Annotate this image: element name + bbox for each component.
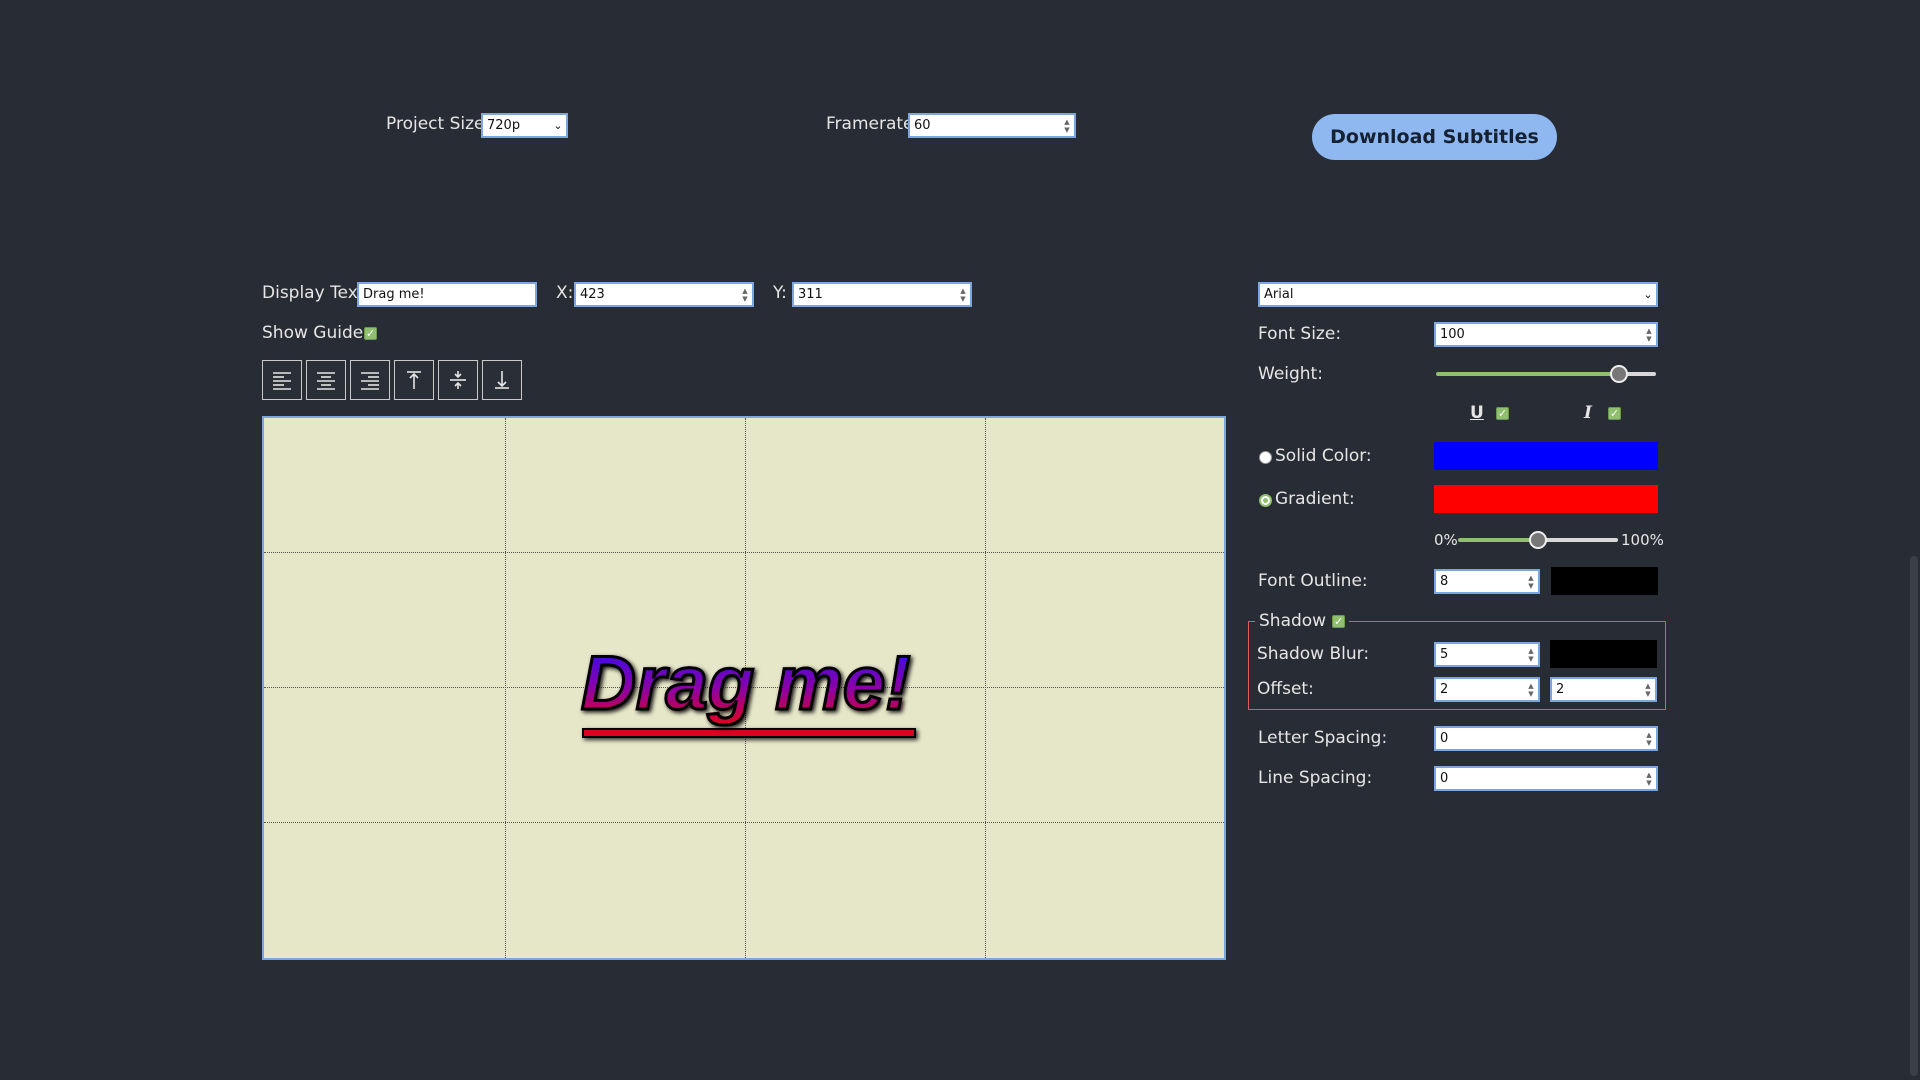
gradient-slider-fill: [1458, 538, 1538, 542]
offset-y-value: 2: [1556, 682, 1565, 697]
line-spacing-value: 0: [1440, 771, 1449, 786]
gradient-slider-thumb[interactable]: [1529, 531, 1547, 549]
letter-spacing-label: Letter Spacing:: [1258, 728, 1388, 748]
font-outline-value: 8: [1440, 574, 1449, 589]
font-family-select[interactable]: Arial ⌄: [1258, 282, 1658, 307]
page-scrollbar[interactable]: [1906, 0, 1920, 1080]
align-top-button[interactable]: [394, 360, 434, 400]
align-middle-button[interactable]: [438, 360, 478, 400]
weight-label: Weight:: [1258, 364, 1323, 384]
weight-slider-thumb[interactable]: [1610, 365, 1628, 383]
gradient-min-label: 0%: [1434, 531, 1458, 549]
stepper-icon[interactable]: ▲ ▼: [956, 284, 970, 305]
font-size-value: 100: [1440, 327, 1465, 342]
display-text-label: Display Text:: [262, 283, 371, 303]
guide-line: [985, 418, 986, 958]
weight-slider[interactable]: [1436, 364, 1656, 384]
shadow-label: Shadow: [1259, 611, 1327, 631]
stepper-icon[interactable]: ▲ ▼: [1642, 768, 1656, 789]
stepper-icon[interactable]: ▲ ▼: [1642, 728, 1656, 749]
project-size-value: 720p: [487, 118, 521, 133]
align-bottom-button[interactable]: [482, 360, 522, 400]
display-text-value: Drag me!: [363, 287, 425, 302]
x-input[interactable]: 423 ▲ ▼: [574, 282, 754, 307]
gradient-slider-track: [1538, 538, 1618, 542]
guide-line: [505, 418, 506, 958]
y-label: Y:: [773, 283, 787, 303]
stepper-icon[interactable]: ▲ ▼: [1524, 571, 1538, 592]
guide-line: [264, 552, 1224, 553]
italic-icon: I: [1584, 403, 1592, 423]
solid-color-radio[interactable]: [1259, 451, 1272, 464]
page-scrollbar-thumb[interactable]: [1910, 556, 1918, 1076]
italic-checkbox[interactable]: ✓: [1608, 407, 1621, 420]
offset-y-input[interactable]: 2 ▲ ▼: [1550, 677, 1657, 702]
align-bottom-icon: [495, 371, 509, 389]
align-right-button[interactable]: [350, 360, 390, 400]
letter-spacing-input[interactable]: 0 ▲ ▼: [1434, 726, 1658, 751]
align-center-button[interactable]: [306, 360, 346, 400]
project-size-label: Project Size:: [386, 114, 491, 134]
show-guides-label: Show Guides:: [262, 323, 378, 343]
shadow-checkbox[interactable]: ✓: [1332, 614, 1346, 628]
gradient-radio[interactable]: [1259, 494, 1272, 507]
project-size-select[interactable]: 720p ⌄: [481, 113, 568, 138]
align-middle-icon: [450, 371, 466, 389]
framerate-value: 60: [914, 118, 931, 133]
download-subtitles-button[interactable]: Download Subtitles: [1312, 114, 1557, 160]
gradient-label: Gradient:: [1275, 489, 1355, 509]
letter-spacing-value: 0: [1440, 731, 1449, 746]
gradient-color-swatch[interactable]: [1434, 485, 1658, 513]
shadow-color-swatch[interactable]: [1550, 640, 1657, 668]
gradient-max-label: 100%: [1621, 531, 1664, 549]
solid-color-swatch[interactable]: [1434, 442, 1658, 470]
shadow-legend: Shadow ✓: [1255, 611, 1350, 631]
stepper-icon[interactable]: ▲ ▼: [1524, 679, 1538, 700]
align-center-icon: [317, 372, 335, 390]
weight-slider-fill: [1436, 372, 1619, 376]
font-family-value: Arial: [1264, 287, 1294, 302]
solid-color-label: Solid Color:: [1275, 446, 1372, 466]
x-value: 423: [580, 287, 605, 302]
framerate-input[interactable]: 60 ▲ ▼: [908, 113, 1076, 138]
y-input[interactable]: 311 ▲ ▼: [792, 282, 972, 307]
font-outline-input[interactable]: 8 ▲ ▼: [1434, 569, 1540, 594]
line-spacing-input[interactable]: 0 ▲ ▼: [1434, 766, 1658, 791]
shadow-blur-label: Shadow Blur:: [1257, 644, 1370, 664]
align-top-icon: [407, 371, 421, 389]
align-left-button[interactable]: [262, 360, 302, 400]
offset-x-input[interactable]: 2 ▲ ▼: [1434, 677, 1540, 702]
gradient-slider[interactable]: [1458, 530, 1618, 550]
guide-line: [264, 822, 1224, 823]
font-size-input[interactable]: 100 ▲ ▼: [1434, 322, 1658, 347]
font-size-label: Font Size:: [1258, 324, 1342, 344]
stepper-icon[interactable]: ▲ ▼: [1641, 679, 1655, 700]
stepper-icon[interactable]: ▲ ▼: [1524, 644, 1538, 665]
show-guides-checkbox[interactable]: ✓: [364, 327, 377, 340]
chevron-down-icon: ⌄: [1643, 288, 1653, 301]
underline-icon: U: [1470, 403, 1484, 423]
text-underline: [582, 728, 916, 738]
framerate-label: Framerate:: [826, 114, 920, 134]
offset-label: Offset:: [1257, 679, 1314, 699]
y-value: 311: [798, 287, 823, 302]
font-outline-color-swatch[interactable]: [1551, 567, 1658, 595]
stepper-icon[interactable]: ▲ ▼: [738, 284, 752, 305]
chevron-down-icon: ⌄: [553, 119, 563, 132]
preview-canvas[interactable]: Drag me!: [262, 416, 1226, 960]
draggable-text[interactable]: Drag me!: [579, 642, 911, 725]
align-right-icon: [361, 372, 379, 390]
stepper-icon[interactable]: ▲ ▼: [1060, 115, 1074, 136]
shadow-blur-value: 5: [1440, 647, 1449, 662]
display-text-input[interactable]: Drag me!: [357, 282, 537, 307]
font-outline-label: Font Outline:: [1258, 571, 1368, 591]
line-spacing-label: Line Spacing:: [1258, 768, 1373, 788]
underline-checkbox[interactable]: ✓: [1496, 407, 1509, 420]
shadow-blur-input[interactable]: 5 ▲ ▼: [1434, 642, 1540, 667]
x-label: X:: [556, 283, 574, 303]
align-left-icon: [273, 372, 291, 390]
offset-x-value: 2: [1440, 682, 1449, 697]
stepper-icon[interactable]: ▲ ▼: [1642, 324, 1656, 345]
